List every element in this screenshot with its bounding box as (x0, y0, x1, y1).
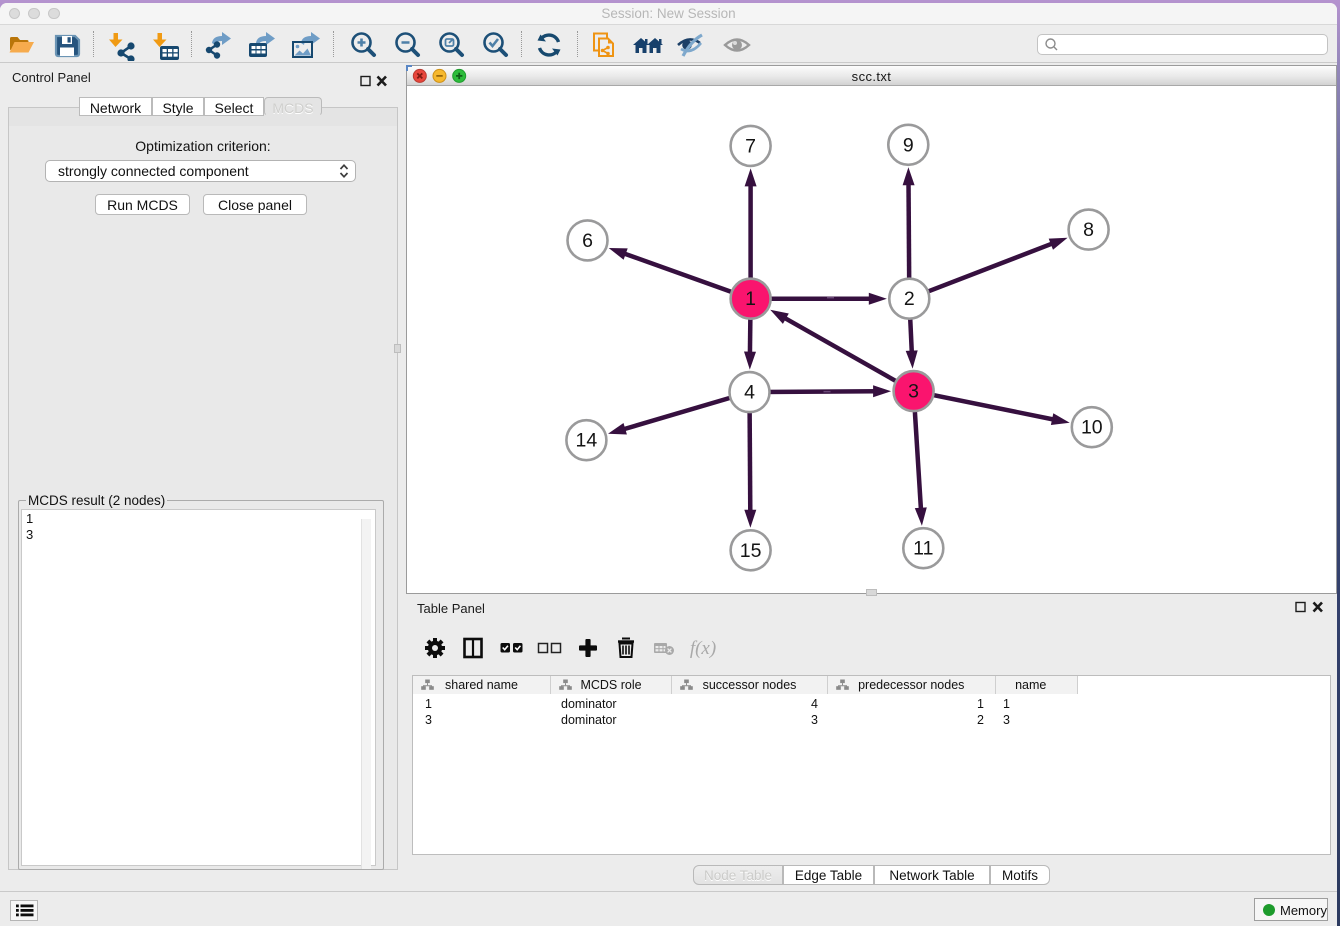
svg-text:10: 10 (1081, 417, 1103, 439)
svg-text:9: 9 (903, 134, 914, 156)
svg-text:f(x): f(x) (690, 638, 716, 659)
svg-text:4: 4 (744, 382, 755, 404)
svg-text:14: 14 (576, 430, 598, 452)
svg-text:15: 15 (740, 540, 762, 562)
svg-text:11: 11 (913, 538, 933, 560)
svg-text:2: 2 (904, 288, 915, 310)
svg-text:8: 8 (1083, 219, 1094, 241)
svg-text:7: 7 (745, 135, 756, 157)
svg-text:6: 6 (582, 230, 593, 252)
svg-text:1: 1 (745, 288, 756, 310)
svg-text:3: 3 (908, 381, 919, 403)
